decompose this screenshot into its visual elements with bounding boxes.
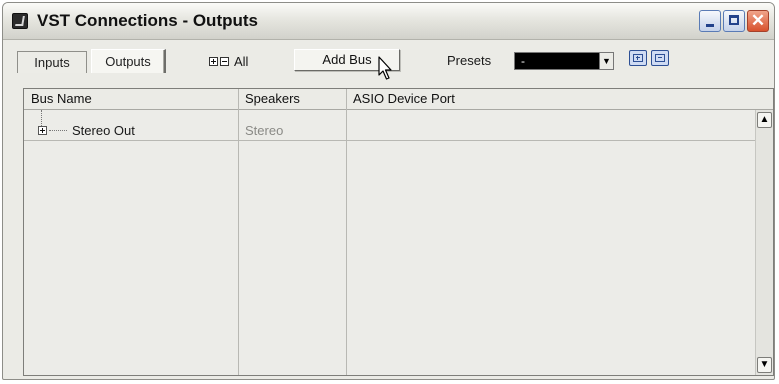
maximize-icon [729,15,739,25]
window-controls: ✕ [699,10,769,32]
close-button[interactable]: ✕ [747,10,769,32]
tree-line [41,110,42,126]
app-icon [12,13,28,29]
table-header: Bus Name Speakers ASIO Device Port [24,89,773,110]
close-icon: ✕ [750,11,766,30]
bus-name-cell[interactable]: Stereo Out [72,123,135,138]
maximize-button[interactable] [723,10,745,32]
remove-preset-icon[interactable] [651,50,669,66]
tree-line [49,130,67,131]
mouse-cursor-icon [378,56,392,80]
expand-icon[interactable] [38,126,47,135]
column-header-speakers[interactable]: Speakers [238,89,300,109]
window-title: VST Connections - Outputs [37,11,258,30]
expand-collapse-all: All [209,54,248,69]
scroll-down-icon[interactable]: ▼ [757,357,772,373]
expand-all-icon[interactable] [209,57,218,66]
presets-label: Presets [447,53,492,68]
bus-table: Bus Name Speakers ASIO Device Port Stere… [23,88,774,376]
collapse-all-icon[interactable] [220,57,229,66]
minimize-icon [706,24,714,27]
presets-value: - [521,54,525,68]
tab-outputs[interactable]: Outputs [91,49,166,73]
table-row[interactable]: Stereo Out Stereo [24,110,773,141]
presets-dropdown[interactable]: - ▼ [514,52,614,70]
tab-inputs[interactable]: Inputs [17,51,87,73]
chevron-down-icon[interactable]: ▼ [599,53,613,69]
column-header-asio-device-port[interactable]: ASIO Device Port [346,89,455,109]
speakers-cell[interactable]: Stereo [245,123,283,138]
minimize-button[interactable] [699,10,721,32]
all-label: All [234,54,249,69]
vertical-scrollbar[interactable]: ▲ ▼ [755,110,773,375]
scroll-up-icon[interactable]: ▲ [757,112,772,128]
column-header-bus-name[interactable]: Bus Name [24,89,92,109]
store-preset-icon[interactable] [629,50,647,66]
title-bar[interactable]: VST Connections - Outputs ✕ [3,3,774,40]
